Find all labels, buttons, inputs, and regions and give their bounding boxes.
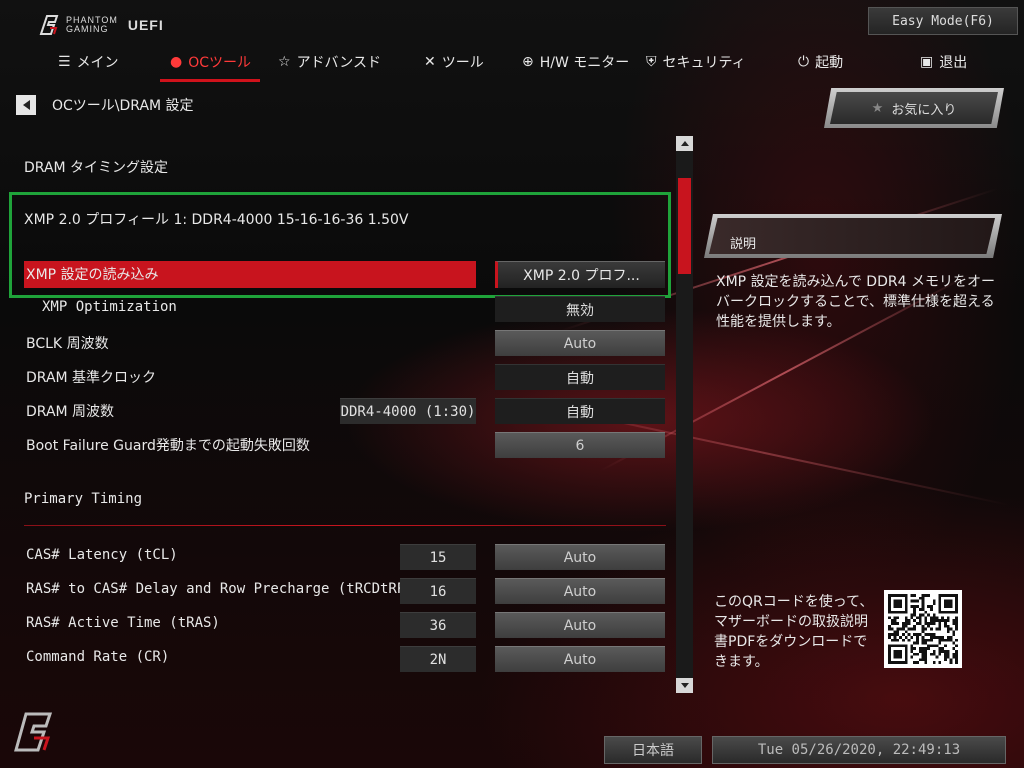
favorites-button[interactable]: ★ お気に入り bbox=[830, 92, 998, 124]
back-button[interactable] bbox=[16, 95, 36, 115]
command-rate-label: Command Rate (CR) bbox=[26, 649, 170, 665]
xmp-optimization-select[interactable]: 無効 bbox=[495, 296, 665, 322]
tab-label: 退出 bbox=[939, 55, 968, 71]
phantom-gaming-logo-icon bbox=[39, 15, 59, 35]
list-icon: ☰ bbox=[58, 54, 71, 70]
tab-label: 起動 bbox=[815, 55, 844, 71]
star-icon: ★ bbox=[871, 100, 884, 116]
description-text: XMP 設定を読み込んで DDR4 メモリをオーバークロックすることで、標準仕様… bbox=[716, 274, 995, 330]
flame-icon: ● bbox=[170, 54, 183, 70]
tab-label: アドバンスド bbox=[296, 55, 381, 71]
tab-tool[interactable]: ✕ ツール bbox=[424, 52, 484, 72]
arrow-down-icon bbox=[680, 683, 689, 688]
brand-uefi: UEFI bbox=[127, 17, 164, 33]
section-title-dram-timing: DRAM タイミング設定 bbox=[24, 160, 169, 176]
section-divider bbox=[24, 525, 666, 526]
tab-label: メイン bbox=[76, 55, 119, 71]
tras-label: RAS# Active Time (tRAS) bbox=[26, 615, 220, 631]
command-rate-current: 2N bbox=[400, 646, 476, 672]
qr-code-icon bbox=[888, 594, 958, 664]
datetime-display[interactable]: Tue 05/26/2020, 22:49:13 bbox=[712, 736, 1006, 764]
cas-latency-label: CAS# Latency (tCL) bbox=[26, 547, 178, 563]
arrow-up-icon bbox=[680, 141, 689, 146]
power-icon: ⏻ bbox=[798, 54, 810, 70]
description-title: 説明 bbox=[730, 237, 757, 252]
dram-ref-clock-label: DRAM 基準クロック bbox=[26, 370, 157, 386]
shield-icon: ⛨ bbox=[646, 54, 657, 70]
boot-failure-guard-input[interactable]: 6 bbox=[495, 432, 665, 458]
tab-boot[interactable]: ⏻ 起動 bbox=[798, 52, 843, 72]
tab-label: OCツール bbox=[188, 55, 252, 71]
brand-line2: GAMING bbox=[66, 24, 109, 34]
trcdtrp-label: RAS# to CAS# Delay and Row Precharge (tR… bbox=[26, 581, 414, 597]
dram-ref-clock-select[interactable]: 自動 bbox=[495, 364, 665, 390]
tab-label: ツール bbox=[441, 55, 484, 71]
phantom-gaming-corner-logo-icon bbox=[14, 712, 53, 752]
breadcrumb: OCツール\DRAM 設定 bbox=[16, 95, 194, 115]
dram-freq-label: DRAM 周波数 bbox=[26, 404, 115, 420]
bclk-input[interactable]: Auto bbox=[495, 330, 665, 356]
brand-logo: PHANTOM GAMING UEFI bbox=[38, 14, 164, 36]
boot-failure-guard-label: Boot Failure Guard発動までの起動失敗回数 bbox=[26, 438, 310, 454]
xmp-optimization-label: XMP Optimization bbox=[42, 299, 177, 315]
bclk-label: BCLK 周波数 bbox=[26, 336, 109, 352]
active-tab-underline bbox=[160, 79, 260, 82]
tab-security[interactable]: ⛨ セキュリティ bbox=[646, 52, 746, 72]
crosshair-icon: ⊕ bbox=[522, 54, 534, 70]
back-arrow-icon bbox=[22, 100, 30, 110]
command-rate-input[interactable]: Auto bbox=[495, 646, 665, 672]
scroll-down-button[interactable] bbox=[676, 678, 693, 693]
easy-mode-button[interactable]: Easy Mode(F6) bbox=[868, 7, 1018, 35]
trcdtrp-current: 16 bbox=[400, 578, 476, 604]
tras-input[interactable]: Auto bbox=[495, 612, 665, 638]
cas-latency-current: 15 bbox=[400, 544, 476, 570]
scrollbar-thumb[interactable] bbox=[678, 178, 691, 274]
star-icon: ☆ bbox=[278, 54, 291, 70]
tab-oc-tweaker[interactable]: ● OCツール bbox=[170, 52, 251, 72]
trcdtrp-input[interactable]: Auto bbox=[495, 578, 665, 604]
focus-highlight-box bbox=[9, 192, 671, 298]
main-tabs: ☰ メイン ● OCツール ☆ アドバンスド ✕ ツール ⊕ H/W モニター … bbox=[0, 46, 1024, 82]
tras-current: 36 bbox=[400, 612, 476, 638]
qr-code bbox=[884, 590, 962, 668]
tab-exit[interactable]: ▣ 退出 bbox=[920, 52, 967, 72]
section-title-primary-timing: Primary Timing bbox=[24, 491, 143, 507]
tools-icon: ✕ bbox=[424, 54, 436, 70]
breadcrumb-path: OCツール\DRAM 設定 bbox=[52, 98, 194, 114]
tab-label: H/W モニター bbox=[539, 55, 630, 71]
scroll-up-button[interactable] bbox=[676, 136, 693, 151]
favorites-label: お気に入り bbox=[891, 102, 957, 118]
qr-description: このQRコードを使って、マザーボードの取扱説明書PDFをダウンロードできます。 bbox=[714, 594, 874, 670]
dram-freq-select[interactable]: 自動 bbox=[495, 398, 665, 424]
tab-label: セキュリティ bbox=[662, 55, 746, 71]
brand-text: PHANTOM GAMING bbox=[66, 16, 118, 34]
tab-main[interactable]: ☰ メイン bbox=[58, 52, 119, 72]
exit-icon: ▣ bbox=[920, 54, 934, 70]
language-button[interactable]: 日本語 bbox=[604, 736, 702, 764]
cas-latency-input[interactable]: Auto bbox=[495, 544, 665, 570]
tab-advanced[interactable]: ☆ アドバンスド bbox=[278, 52, 381, 72]
dram-freq-current: DDR4-4000 (1:30) bbox=[340, 398, 476, 424]
tab-hw-monitor[interactable]: ⊕ H/W モニター bbox=[522, 52, 629, 72]
